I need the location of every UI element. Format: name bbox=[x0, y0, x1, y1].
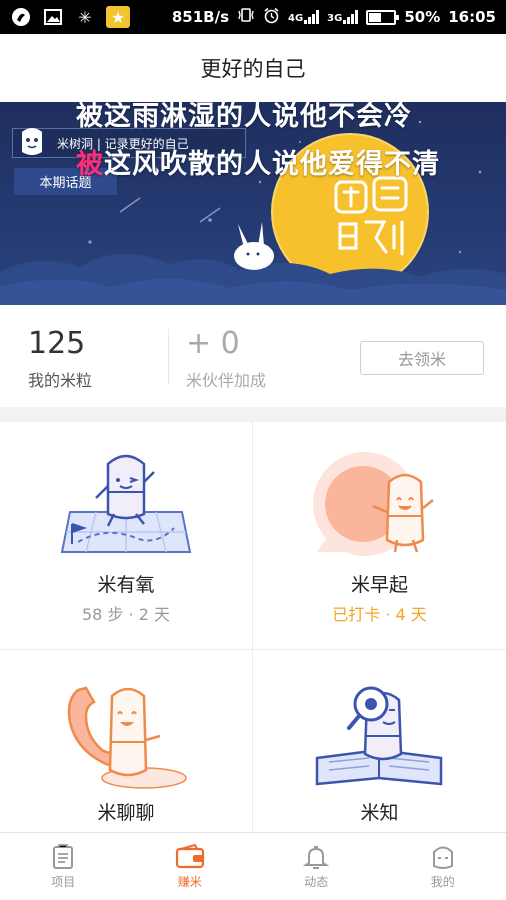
clock: 16:05 bbox=[448, 8, 496, 26]
phone-chat-icon bbox=[67, 686, 187, 789]
rice-label: 我的米粒 bbox=[28, 371, 93, 390]
topic-banner[interactable]: 米树洞 | 记录更好的自己 本期话题 被这雨淋湿的人说他不会冷 被这风吹散的人说… bbox=[0, 102, 506, 305]
card-title: 米知 bbox=[360, 802, 399, 824]
tab-mine[interactable]: 我的 bbox=[380, 833, 506, 900]
tab-activity[interactable]: 动态 bbox=[253, 833, 380, 900]
section-divider bbox=[0, 407, 506, 422]
network-type-2: 3G bbox=[327, 13, 343, 24]
signal-icon bbox=[304, 10, 320, 24]
page-title-bar: 更好的自己 bbox=[0, 34, 506, 102]
banner-lyric-rest: 这风吹散的人说他爱得不清 bbox=[104, 149, 440, 180]
tab-label: 动态 bbox=[304, 874, 329, 889]
card-title: 米有氧 bbox=[97, 574, 155, 596]
vibrate-icon bbox=[237, 7, 255, 27]
net-speed: 851B/s bbox=[171, 8, 229, 26]
card-title: 米聊聊 bbox=[97, 802, 155, 824]
tab-label: 项目 bbox=[51, 874, 76, 889]
alarm-icon bbox=[263, 7, 280, 28]
walking-map-icon bbox=[60, 454, 192, 553]
tab-earn-rice[interactable]: 赚米 bbox=[127, 833, 254, 900]
image-notification-icon bbox=[42, 6, 64, 28]
network-type-1: 4G bbox=[288, 13, 304, 24]
wallet-icon bbox=[175, 843, 204, 868]
star-notification-icon: ★ bbox=[106, 6, 130, 28]
my-rice-stat[interactable]: 125 我的米粒 bbox=[28, 327, 92, 391]
profile-icon bbox=[432, 846, 453, 869]
partner-bonus: + 0 bbox=[186, 326, 240, 361]
bell-icon bbox=[303, 845, 330, 869]
card-mi-aerobic[interactable]: 米有氧 58 步 · 2 天 bbox=[0, 422, 253, 650]
rabbit-figure bbox=[234, 222, 274, 270]
banner-lyric-line-1: 被这雨淋湿的人说他不会冷 bbox=[76, 102, 412, 132]
claim-rice-button[interactable]: 去领米 bbox=[360, 341, 484, 375]
signal-icon bbox=[343, 10, 359, 24]
clipboard-icon bbox=[53, 843, 74, 869]
tab-label: 我的 bbox=[430, 874, 455, 889]
battery-icon bbox=[366, 9, 400, 25]
tab-label: 赚米 bbox=[177, 874, 202, 889]
battery-percent: 50% bbox=[404, 8, 441, 26]
status-bar: ✳ ★ 851B/s 4G 3G 50% 16:05 bbox=[0, 0, 506, 34]
card-title: 米早起 bbox=[350, 574, 408, 596]
rice-count: 125 bbox=[28, 326, 86, 361]
card-subtitle: 已打卡 · 4 天 bbox=[332, 605, 427, 624]
card-mi-early-rise[interactable]: 米早起 已打卡 · 4 天 bbox=[253, 422, 506, 650]
stat-divider bbox=[168, 329, 169, 385]
app-notification-icon bbox=[10, 6, 32, 28]
bottom-tab-bar: 项目 赚米 动态 我的 bbox=[0, 832, 506, 900]
task-grid: 米有氧 58 步 · 2 天 米早起 已打卡 · 4 天 米聊聊 米知 bbox=[0, 422, 506, 878]
banner-lyric-highlight: 被 bbox=[76, 149, 104, 180]
tab-projects[interactable]: 项目 bbox=[0, 833, 127, 900]
sunrise-icon bbox=[313, 452, 434, 556]
banner-lyric-line-2: 被这风吹散的人说他爱得不清 bbox=[76, 142, 440, 181]
book-magnifier-icon bbox=[315, 686, 443, 786]
card-subtitle: 58 步 · 2 天 bbox=[82, 605, 170, 624]
page-title: 更好的自己 bbox=[200, 57, 306, 81]
partner-bonus-stat[interactable]: + 0 米伙伴加成 bbox=[186, 327, 266, 391]
asterisk-notification-icon: ✳ bbox=[78, 7, 92, 27]
partner-label: 米伙伴加成 bbox=[186, 371, 267, 390]
stats-panel: 125 我的米粒 + 0 米伙伴加成 去领米 bbox=[0, 305, 506, 407]
